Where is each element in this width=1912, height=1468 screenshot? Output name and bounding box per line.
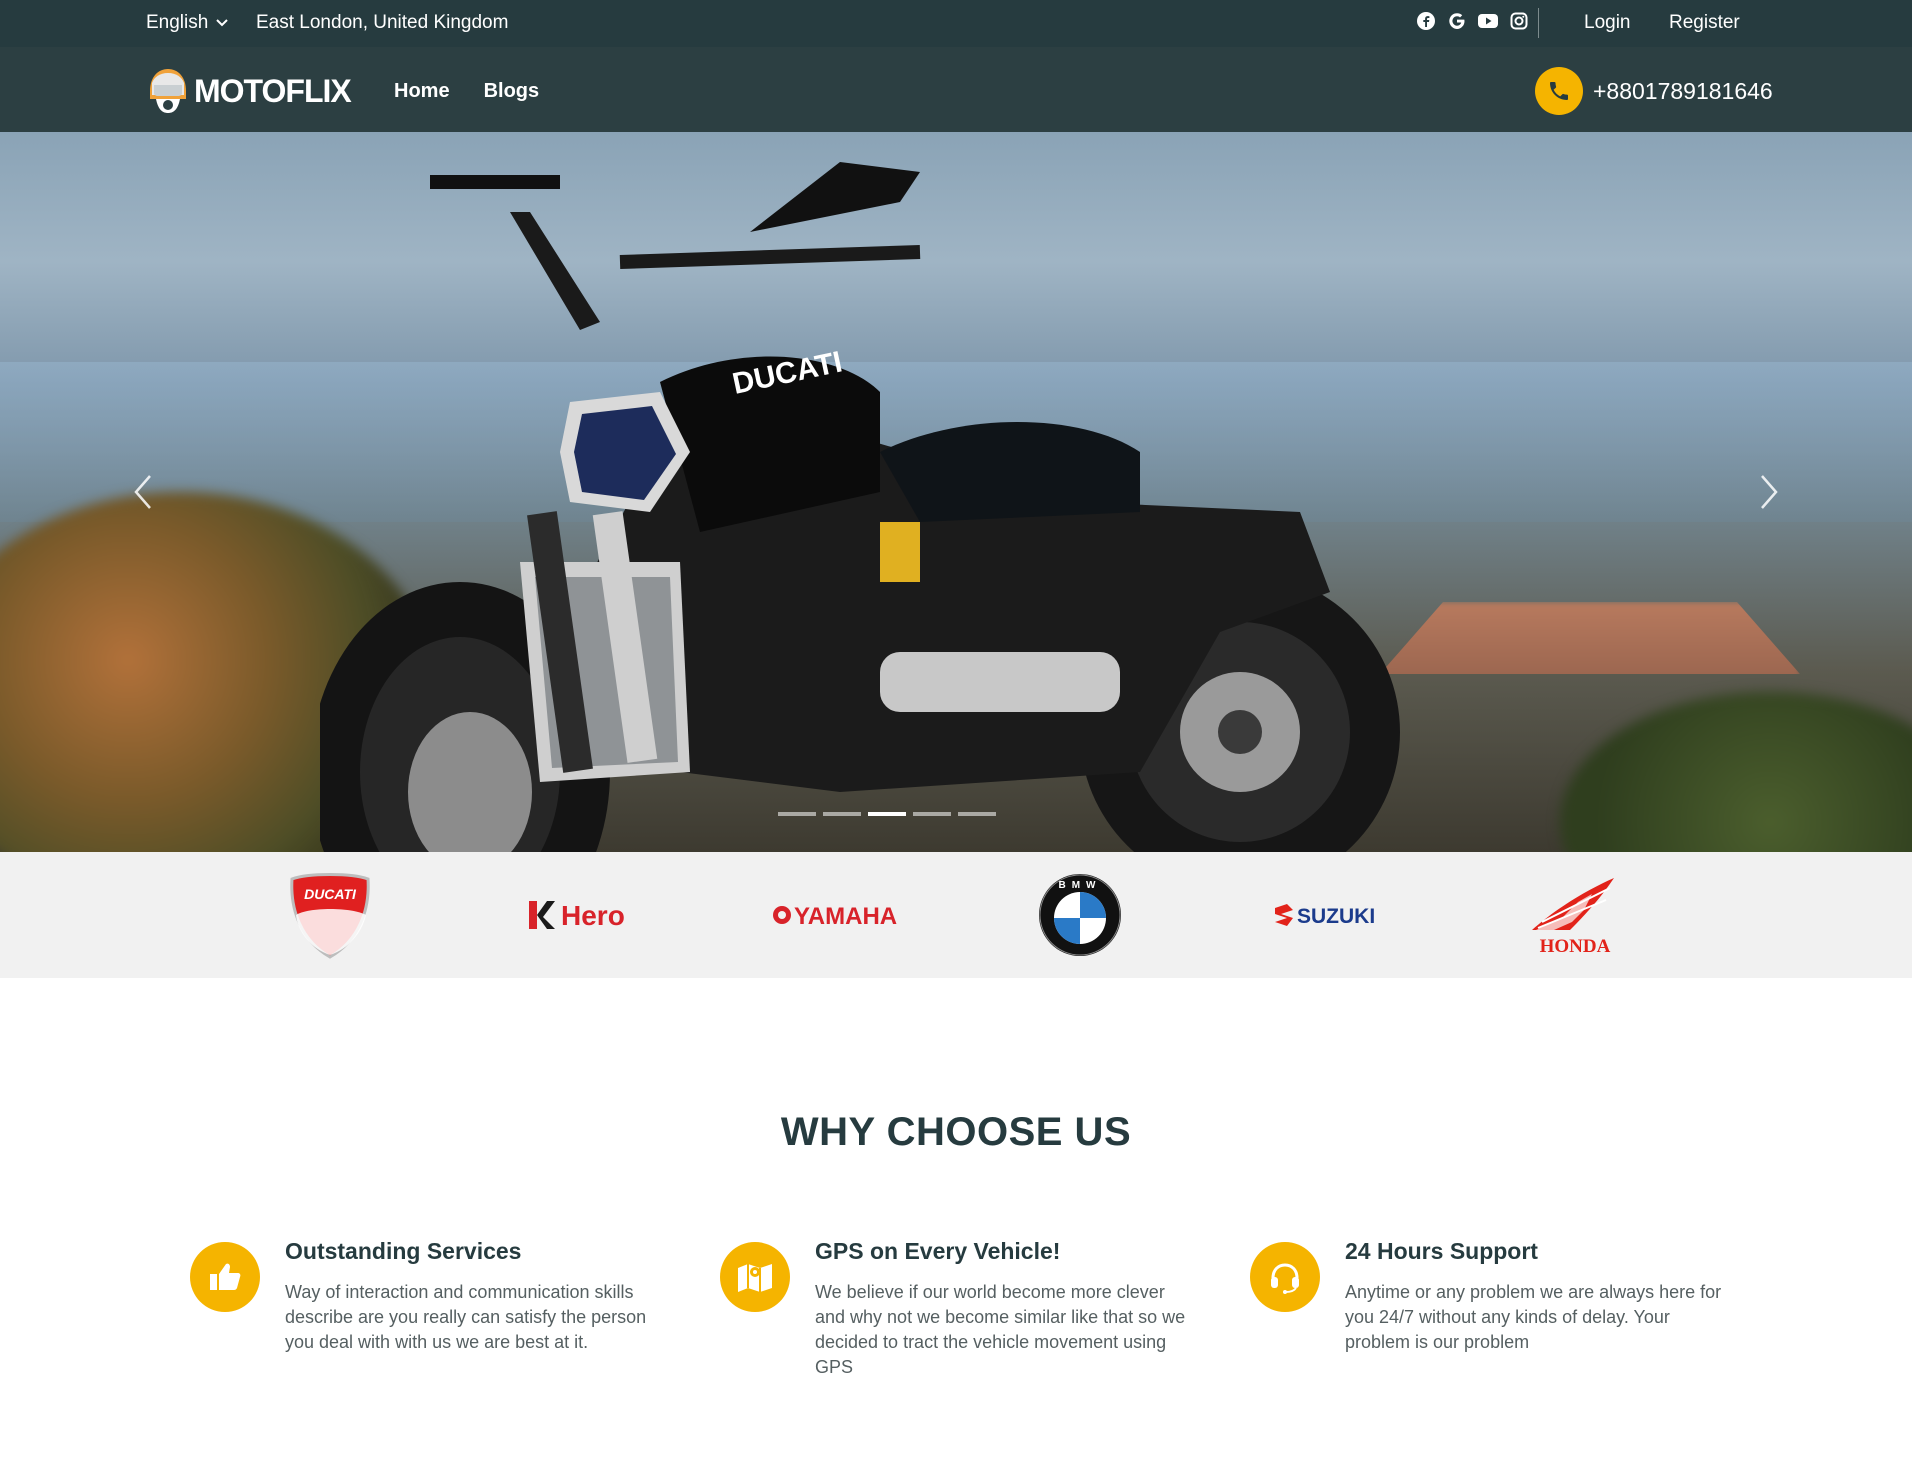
social-links (1416, 11, 1529, 31)
register-link[interactable]: Register (1669, 12, 1740, 34)
feature-text: Way of interaction and communication ski… (285, 1282, 647, 1352)
brand-logos: DUCATI Hero YAMAHA BMW SUZUKI HONDA (0, 852, 1912, 978)
phone-number: +8801789181646 (1593, 77, 1773, 104)
instagram-icon[interactable] (1509, 11, 1529, 31)
google-icon[interactable] (1447, 11, 1467, 31)
topbar-divider (1538, 8, 1539, 38)
phone-contact[interactable]: +8801789181646 (1535, 67, 1773, 115)
yamaha-logo-text: YAMAHA (794, 903, 897, 930)
honda-logo: HONDA (1532, 878, 1614, 957)
site-logo[interactable]: MOTOFLIX (146, 65, 352, 117)
login-link[interactable]: Login (1584, 12, 1631, 34)
brand-yamaha[interactable]: YAMAHA (770, 852, 900, 978)
slider-dot[interactable] (958, 812, 996, 816)
slider-dot[interactable] (778, 812, 816, 816)
hero-logo-text: Hero (561, 900, 625, 931)
slider-dot[interactable] (823, 812, 861, 816)
main-nav: Home Blogs (394, 80, 539, 103)
youtube-icon[interactable] (1478, 11, 1498, 31)
topbar: English East London, United Kingdom Logi… (0, 0, 1912, 47)
logo-text: MOTOFLIX (194, 72, 352, 109)
slider-dot-active[interactable] (868, 812, 906, 816)
feature-title: 24 Hours Support (1345, 1238, 1538, 1264)
hero-slider: DUCATI (0, 132, 1912, 852)
phone-icon (1535, 67, 1583, 115)
nav-home[interactable]: Home (394, 80, 450, 103)
feature-text: Anytime or any problem we are always her… (1345, 1282, 1722, 1352)
slider-next-icon[interactable] (1752, 472, 1782, 512)
bmw-logo: BMW (1039, 874, 1121, 956)
nav-blogs[interactable]: Blogs (484, 80, 540, 103)
language-selector[interactable]: English (146, 12, 229, 34)
helmet-logo-icon (150, 69, 186, 113)
suzuki-logo-text: SUZUKI (1297, 905, 1375, 928)
language-label: English (146, 12, 209, 33)
location-text: East London, United Kingdom (256, 12, 509, 33)
brand-suzuki[interactable]: SUZUKI (1268, 852, 1398, 978)
slider-dot[interactable] (913, 812, 951, 816)
brand-bmw[interactable]: BMW (1035, 852, 1125, 978)
facebook-icon[interactable] (1416, 11, 1436, 31)
feature-text: We believe if our world become more clev… (815, 1282, 1186, 1377)
ducati-logo-text: DUCATI (304, 886, 357, 902)
slider-prev-icon[interactable] (130, 472, 160, 512)
section-title: WHY CHOOSE US (780, 1110, 1132, 1154)
brand-ducati[interactable]: DUCATI (285, 852, 375, 978)
feature-title: Outstanding Services (285, 1238, 522, 1264)
thumbs-up-icon (190, 1242, 260, 1312)
ducati-logo: DUCATI (290, 873, 370, 959)
navbar: MOTOFLIX Home Blogs +8801789181646 (0, 47, 1912, 132)
brand-honda[interactable]: HONDA (1520, 852, 1630, 978)
suzuki-logo: SUZUKI (1275, 904, 1375, 928)
chevron-down-icon (216, 19, 229, 27)
honda-logo-text: HONDA (1540, 936, 1611, 957)
yamaha-logo: YAMAHA (773, 903, 897, 930)
feature-title: GPS on Every Vehicle! (815, 1238, 1061, 1264)
slider-indicators (778, 812, 996, 816)
bmw-logo-text: BMW (1059, 880, 1102, 891)
headset-icon (1250, 1242, 1320, 1312)
brand-hero[interactable]: Hero (520, 852, 650, 978)
map-icon (720, 1242, 790, 1312)
hero-logo: Hero (529, 900, 625, 931)
hero-bg-bush (1560, 692, 1912, 852)
motorcycle-image: DUCATI (320, 162, 1400, 852)
